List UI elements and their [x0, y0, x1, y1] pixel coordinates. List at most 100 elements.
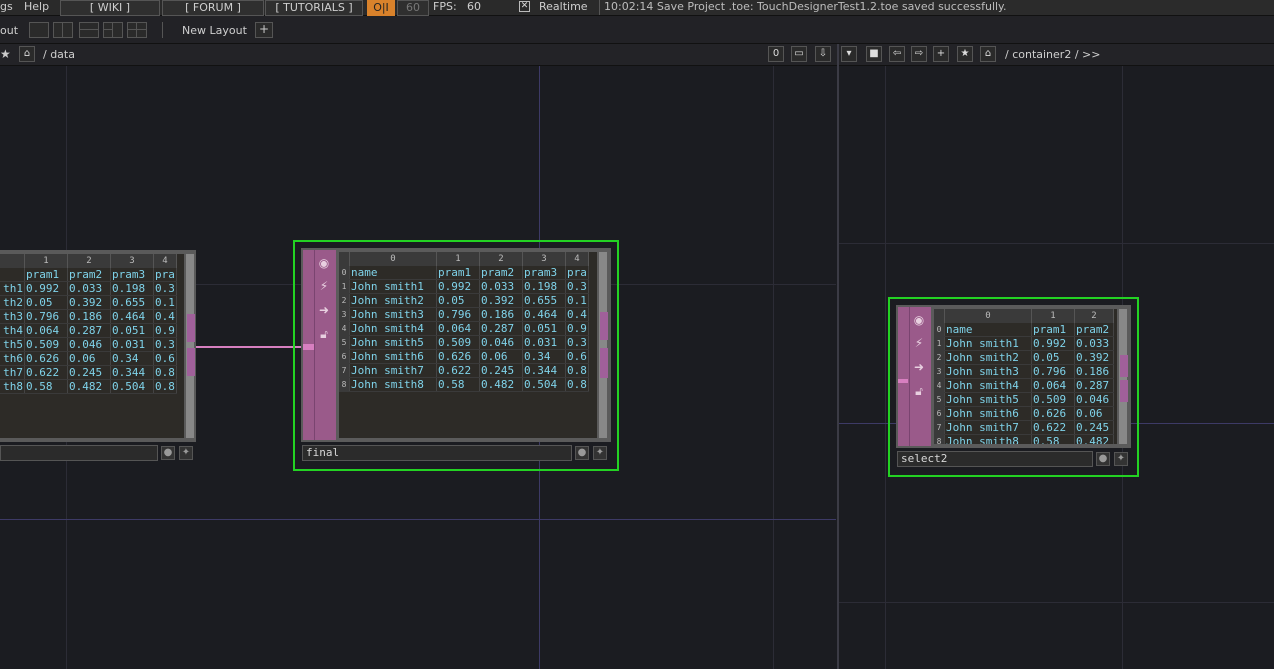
menu-item-help[interactable]: Help	[24, 0, 49, 15]
output-connector[interactable]	[600, 312, 608, 340]
table-cell[interactable]: 0.3	[153, 281, 177, 296]
row-index-cell[interactable]: 0	[339, 266, 350, 280]
table-cell[interactable]: 0.031	[110, 337, 154, 352]
table-cell[interactable]: 0.992	[24, 281, 68, 296]
table-cell[interactable]: 0.064	[24, 323, 68, 338]
table-cell[interactable]: 0.046	[67, 337, 111, 352]
table-cell[interactable]: John smith4	[944, 378, 1032, 393]
table-cell[interactable]: 0.6	[565, 349, 589, 364]
table-cell[interactable]: pram3	[110, 268, 154, 282]
table-cell[interactable]: 0.8	[565, 377, 589, 392]
table-cell[interactable]: 0.3	[565, 279, 589, 294]
table-cell[interactable]: 0.796	[24, 309, 68, 324]
pin-icon[interactable]: ✦	[593, 446, 607, 460]
table-cell[interactable]: name	[349, 266, 437, 280]
table-cell[interactable]: 0.464	[522, 307, 566, 322]
table-cell[interactable]: John smith8	[944, 434, 1032, 444]
table-cell[interactable]: 0.051	[522, 321, 566, 336]
table-cell[interactable]: John smith3	[944, 364, 1032, 379]
table-cell[interactable]: pram1	[24, 268, 68, 282]
add-layout-button[interactable]: +	[255, 22, 273, 38]
row-index-cell[interactable]: 2	[934, 350, 945, 365]
scrollbar[interactable]	[599, 252, 607, 438]
row-index-cell[interactable]: 2	[339, 293, 350, 308]
table-cell[interactable]: pram2	[1074, 323, 1114, 337]
row-index-cell[interactable]: 8	[934, 434, 945, 444]
table-cell[interactable]: th3	[0, 309, 25, 324]
table-cell[interactable]: 0.796	[1031, 364, 1075, 379]
zero-button[interactable]: 0	[768, 46, 784, 62]
row-index-cell[interactable]: 3	[934, 364, 945, 379]
table-cell[interactable]: 0.6	[153, 351, 177, 366]
viewer-icon[interactable]: ◉	[315, 254, 333, 272]
table-cell[interactable]: 0.626	[1031, 406, 1075, 421]
table-cell[interactable]: John smith6	[944, 406, 1032, 421]
table-cell[interactable]: John smith2	[349, 293, 437, 308]
table-cell[interactable]: John smith1	[944, 336, 1032, 351]
viewer-icon[interactable]: ◉	[910, 311, 928, 329]
pin-icon[interactable]: ✦	[1114, 452, 1128, 466]
table-cell[interactable]: 0.9	[565, 321, 589, 336]
table-cell[interactable]: 0.1	[153, 295, 177, 310]
table-cell[interactable]: 0.655	[110, 295, 154, 310]
viewer-toggle-icon[interactable]: ●	[575, 446, 589, 460]
output-connector[interactable]	[1120, 380, 1128, 402]
table-cell[interactable]: 0.344	[110, 365, 154, 380]
row-index-cell[interactable]: 0	[934, 323, 945, 337]
menu-item-plugins[interactable]: gs	[0, 0, 13, 15]
table-cell[interactable]: 0.796	[436, 307, 480, 322]
table-cell[interactable]: 0.033	[479, 279, 523, 294]
table-cell[interactable]: 0.464	[110, 309, 154, 324]
table-cell[interactable]: 0.186	[1074, 364, 1114, 379]
table-cell[interactable]: 0.626	[24, 351, 68, 366]
table-cell[interactable]: 0.1	[565, 293, 589, 308]
download-arrow-icon[interactable]: ⇩	[815, 46, 831, 62]
layout-split-vertical-button[interactable]	[53, 22, 73, 38]
wiki-button[interactable]: [ WIKI ]	[60, 0, 160, 16]
scrollbar[interactable]	[186, 254, 194, 438]
row-index-cell[interactable]: 6	[339, 349, 350, 364]
row-index-cell[interactable]: 8	[339, 377, 350, 392]
table-cell[interactable]: John smith5	[944, 392, 1032, 407]
viewer-toggle-icon[interactable]: ●	[161, 446, 175, 460]
data-node[interactable]: 1 2 3 4 pram1 pram2 pram3 pra th1 0.992 0.033 0.198…	[0, 250, 196, 442]
fps-limit-field[interactable]: 60	[397, 0, 429, 16]
table-cell[interactable]: 0.287	[1074, 378, 1114, 393]
table-cell[interactable]: 0.992	[436, 279, 480, 294]
table-cell[interactable]: 0.655	[522, 293, 566, 308]
back-arrow-icon[interactable]: ⇦	[889, 46, 905, 62]
table-cell[interactable]: John smith7	[944, 420, 1032, 435]
table-cell[interactable]: 0.509	[1031, 392, 1075, 407]
pane-divider[interactable]	[837, 44, 839, 669]
table-cell[interactable]: 0.046	[1074, 392, 1114, 407]
table-cell[interactable]: 0.34	[110, 351, 154, 366]
table-cell[interactable]: 0.06	[1074, 406, 1114, 421]
table-cell[interactable]: pra	[153, 268, 177, 282]
select2-table-viewer[interactable]: 0 1 2 0 name pram1 pram2 1 John smith1 0.992 0.033…	[934, 309, 1117, 444]
table-cell[interactable]: 0.4	[153, 309, 177, 324]
pin-icon[interactable]: ✦	[179, 446, 193, 460]
right-pane-path[interactable]: / container2 / >>	[1005, 44, 1100, 65]
table-cell[interactable]: 0.198	[522, 279, 566, 294]
stop-icon[interactable]: ■	[866, 46, 882, 62]
table-cell[interactable]: John smith1	[349, 279, 437, 294]
final-node[interactable]: ◉ ⚡ ➜ 🔓︎ 0 1 2 3 4 0 name pram1 pram2 pram3 pra 1 Jo…	[301, 248, 611, 442]
table-cell[interactable]: pram1	[1031, 323, 1075, 337]
table-cell[interactable]: pra	[565, 266, 589, 280]
table-cell[interactable]: John smith8	[349, 377, 437, 392]
row-index-cell[interactable]: 1	[339, 279, 350, 294]
connection-wire[interactable]	[196, 346, 304, 348]
table-cell[interactable]: 0.504	[522, 377, 566, 392]
table-cell[interactable]: 0.245	[479, 363, 523, 378]
table-cell[interactable]: 0.245	[67, 365, 111, 380]
tutorials-button[interactable]: [ TUTORIALS ]	[265, 0, 363, 16]
table-cell[interactable]: John smith3	[349, 307, 437, 322]
output-connector[interactable]	[187, 348, 195, 376]
layout-split-horizontal-button[interactable]	[79, 22, 99, 38]
table-cell[interactable]: 0.186	[479, 307, 523, 322]
table-cell[interactable]: 0.622	[1031, 420, 1075, 435]
lock-icon[interactable]: 🔓︎	[910, 382, 928, 400]
table-cell[interactable]: 0.287	[479, 321, 523, 336]
cook-icon[interactable]: ⚡	[315, 277, 333, 295]
row-index-cell[interactable]: 4	[339, 321, 350, 336]
